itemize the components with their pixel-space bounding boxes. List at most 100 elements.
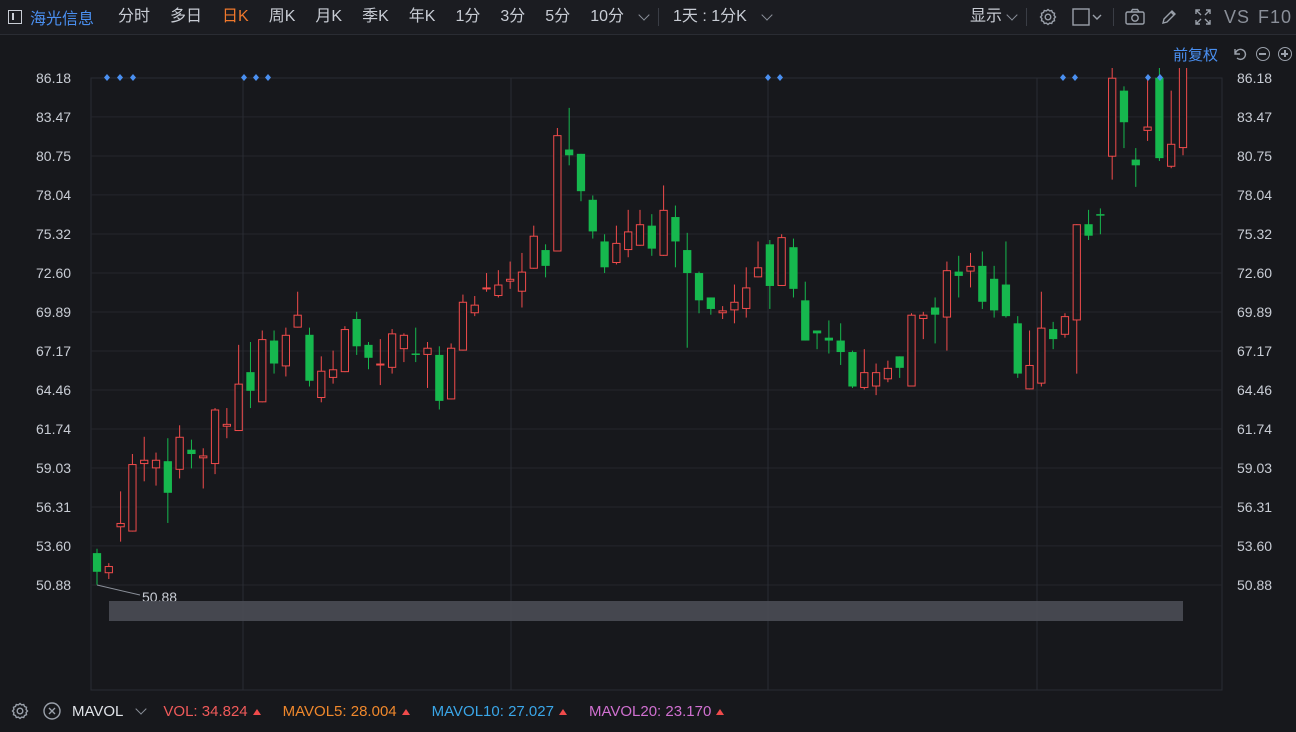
tab-daily-k[interactable]: 日K	[212, 0, 259, 34]
candle-body-up	[328, 369, 338, 378]
tab-yearly-k[interactable]: 年K	[399, 0, 446, 34]
candle-body-down	[765, 244, 774, 286]
candle-body-down	[411, 353, 420, 355]
candle-body-down	[683, 250, 692, 274]
candle-body-down	[246, 372, 255, 391]
close-indicator-icon[interactable]	[42, 701, 62, 721]
event-marker-icon[interactable]	[1060, 74, 1066, 81]
candle-body-up	[446, 347, 456, 400]
candle-body-up	[907, 314, 916, 387]
candlestick-chart[interactable]: 88.9088.9086.1886.1883.4783.4780.7580.75…	[0, 68, 1296, 694]
event-marker-icon[interactable]	[130, 74, 136, 81]
candle-body-down	[647, 225, 656, 249]
candle-body-down	[1084, 224, 1093, 236]
f10-button[interactable]: F10	[1258, 7, 1292, 28]
event-marker-icon[interactable]	[777, 74, 783, 81]
up-arrow-icon	[252, 708, 261, 715]
tab-5min[interactable]: 5分	[535, 0, 580, 34]
more-periods-chevron-icon[interactable]	[638, 9, 650, 21]
settings-gear-icon[interactable]	[10, 701, 30, 721]
y-tick-label-right: 53.60	[1237, 538, 1272, 554]
candle-body-up	[234, 383, 243, 432]
mavol10-number: 27.027	[508, 702, 554, 720]
candle-body-up	[399, 334, 409, 350]
vol-number: 34.824	[201, 702, 248, 720]
price-adjust-select[interactable]: 前复权	[1173, 44, 1218, 65]
tab-weekly-k[interactable]: 周K	[259, 0, 306, 34]
display-menu[interactable]: 显示	[960, 0, 1002, 34]
display-chevron-icon[interactable]	[1006, 9, 1018, 21]
candle-body-up	[293, 314, 302, 328]
event-marker-icon[interactable]	[1072, 74, 1078, 81]
event-marker-icon[interactable]	[104, 74, 110, 81]
candle-body-up	[258, 339, 267, 403]
y-tick-label-right: 64.46	[1237, 382, 1272, 398]
y-tick-label-left: 61.74	[36, 421, 71, 437]
tab-3min[interactable]: 3分	[490, 0, 535, 34]
candle-body-down	[352, 319, 361, 347]
event-marker-icon[interactable]	[265, 74, 271, 81]
pencil-icon[interactable]	[1157, 5, 1181, 29]
period-select-chevron-icon[interactable]	[761, 9, 773, 21]
divider	[658, 8, 660, 26]
tab-intraday[interactable]: 分时	[108, 0, 160, 34]
y-tick-label-right: 61.74	[1237, 421, 1272, 437]
indicator-select[interactable]: MAVOL	[72, 703, 123, 720]
tab-1min[interactable]: 1分	[445, 0, 490, 34]
fullscreen-icon[interactable]	[1191, 5, 1215, 29]
mavol20-label: MAVOL20:	[588, 702, 662, 720]
sidebar-toggle-icon[interactable]	[8, 10, 22, 24]
candle-body-up	[199, 455, 208, 459]
candle-body-up	[281, 334, 291, 367]
event-marker-icon[interactable]	[117, 74, 123, 81]
candle-body-down	[1131, 159, 1140, 166]
candle-body-down	[706, 297, 715, 309]
candle-body-down	[801, 300, 810, 341]
zoom-in-icon[interactable]	[1278, 47, 1292, 61]
price-axes: 88.9088.9086.1886.1883.4783.4780.7580.75…	[36, 70, 1272, 593]
top-toolbar: 海光信息 分时 多日 日K 周K 月K 季K 年K 1分 3分 5分 10分 1…	[0, 0, 1296, 35]
volume-indicator-bar: MAVOL VOL: 34.824 MAVOL5: 28.004 MAVOL10…	[0, 694, 1296, 728]
candle-body-down	[1096, 214, 1105, 216]
indicator-chevron-icon[interactable]	[135, 703, 148, 715]
camera-icon[interactable]	[1123, 5, 1147, 29]
candle-body-up	[1108, 77, 1117, 157]
gear-icon[interactable]	[1036, 5, 1060, 29]
candle-body-down	[187, 449, 196, 455]
candle-body-up	[871, 372, 881, 387]
candle-body-up	[730, 301, 739, 311]
tab-multi-day[interactable]: 多日	[160, 0, 212, 34]
y-tick-label-left: 50.88	[36, 577, 71, 593]
event-marker-icon[interactable]	[253, 74, 259, 81]
candle-body-down	[1155, 77, 1164, 159]
y-tick-label-right: 50.88	[1237, 577, 1272, 593]
candle-body-down	[163, 461, 172, 493]
candle-body-down	[364, 344, 373, 358]
stock-name[interactable]: 海光信息	[30, 5, 94, 29]
event-marker-icon[interactable]	[241, 74, 247, 81]
candle-body-up	[919, 314, 928, 320]
tab-monthly-k[interactable]: 月K	[305, 0, 352, 34]
candle-body-up	[175, 436, 184, 470]
candle-body-down	[1001, 284, 1011, 317]
tab-10min[interactable]: 10分	[580, 0, 634, 34]
undo-icon[interactable]	[1231, 42, 1249, 66]
candle-body-up	[1178, 68, 1188, 149]
candle-body-up	[387, 333, 397, 368]
candle-body-up	[742, 287, 751, 309]
y-tick-label-right: 75.32	[1237, 226, 1272, 242]
candle-body-up	[860, 372, 869, 388]
candle-body-down	[978, 265, 987, 302]
event-marker-icon[interactable]	[1145, 74, 1151, 81]
event-marker-icon[interactable]	[765, 74, 771, 81]
layout-select-icon[interactable]	[1070, 5, 1104, 29]
candle-body-down	[435, 354, 444, 401]
candle-body-up	[116, 522, 125, 528]
tab-quarterly-k[interactable]: 季K	[352, 0, 399, 34]
vs-compare-button[interactable]: VS	[1224, 7, 1250, 28]
candle-body-up	[942, 270, 952, 318]
zoom-out-icon[interactable]	[1256, 47, 1270, 61]
info-banner[interactable]	[109, 601, 1183, 621]
y-tick-label-right: 56.31	[1237, 499, 1272, 515]
period-select[interactable]: 1天 : 1分K	[663, 0, 757, 34]
